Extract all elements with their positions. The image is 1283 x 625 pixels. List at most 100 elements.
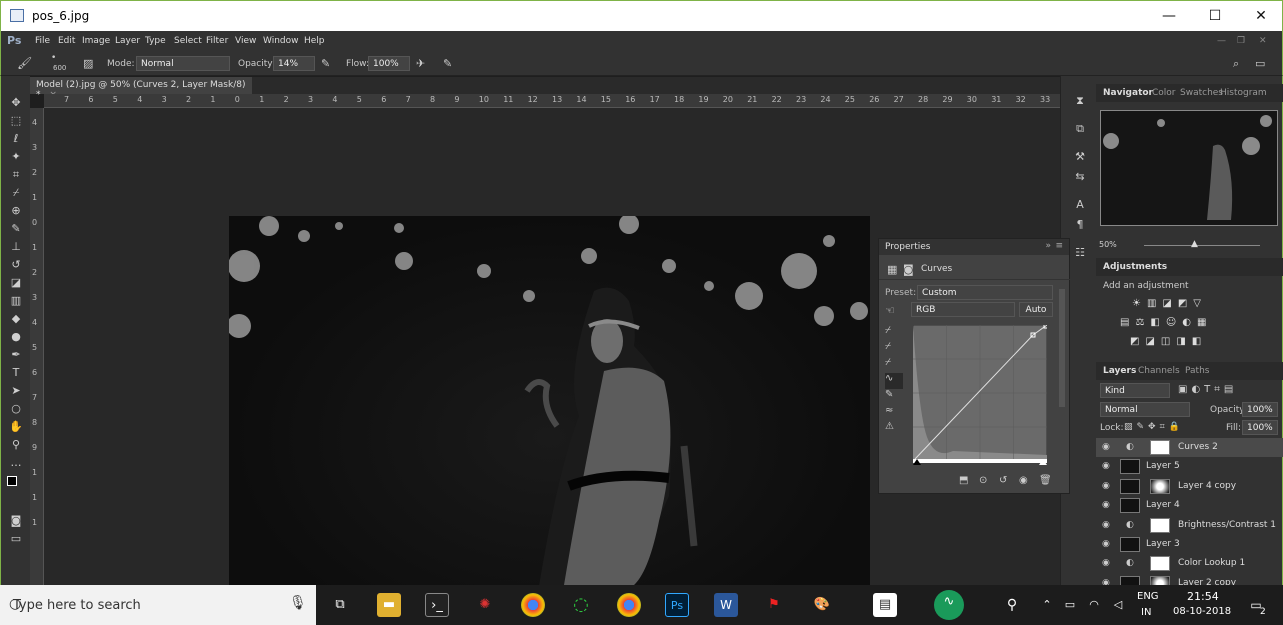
volume-icon[interactable]: ◁ xyxy=(1106,593,1130,617)
blend-mode-select[interactable]: Normal xyxy=(1100,402,1190,417)
channel-select[interactable]: RGB xyxy=(911,302,1015,317)
layer-row[interactable]: ◉ ◐ Color Lookup 1 xyxy=(1096,554,1283,573)
menu-filter[interactable]: Filter xyxy=(206,36,228,46)
preset-select[interactable]: Custom xyxy=(917,285,1053,300)
delete-icon[interactable]: 🗑 xyxy=(1039,475,1052,486)
layer-thumbnail[interactable] xyxy=(1120,478,1140,494)
type-tool-icon[interactable]: T xyxy=(8,366,24,380)
view-previous-icon[interactable]: ⊙ xyxy=(979,475,987,486)
photoshop-taskbar-icon[interactable]: Ps xyxy=(665,593,689,617)
pressure-opacity-icon[interactable]: ✎ xyxy=(321,57,330,70)
lock-icons[interactable]: ▨✎✥⌗🔒 xyxy=(1124,422,1184,432)
layer-visibility-icon[interactable]: ◉ xyxy=(1102,558,1110,568)
file-explorer-icon[interactable]: ▬ xyxy=(377,593,401,617)
wifi-icon[interactable]: ◠ xyxy=(1082,593,1106,617)
tab-color[interactable]: Color xyxy=(1152,88,1176,98)
more-tools-icon[interactable]: … xyxy=(8,456,24,470)
layer-visibility-icon[interactable]: ◉ xyxy=(1102,500,1110,510)
layer-thumbnail[interactable] xyxy=(1120,459,1140,475)
tab-navigator[interactable]: Navigator xyxy=(1103,88,1153,98)
layer-thumbnail[interactable] xyxy=(1120,498,1140,514)
character-panel-icon[interactable]: A xyxy=(1073,198,1087,212)
menu-edit[interactable]: Edit xyxy=(58,36,75,46)
layer-visibility-icon[interactable]: ◉ xyxy=(1102,520,1110,530)
menu-window[interactable]: Window xyxy=(263,36,299,46)
chrome-icon[interactable] xyxy=(521,593,545,617)
tab-layers[interactable]: Layers xyxy=(1103,366,1136,376)
mask-icon[interactable]: ◙ xyxy=(903,263,914,276)
workspace-icon[interactable]: ▭ xyxy=(1255,57,1265,70)
layer-row[interactable]: ◉ ◐ Curves 2 xyxy=(1096,438,1283,457)
zoom-slider-handle[interactable]: ▲ xyxy=(1191,239,1198,249)
maximize-button[interactable]: ☐ xyxy=(1192,5,1238,27)
history-panel-icon[interactable]: ⧗ xyxy=(1073,94,1087,108)
navigator-preview[interactable] xyxy=(1100,110,1278,226)
layer-visibility-icon[interactable]: ◉ xyxy=(1102,481,1110,491)
lasso-tool-icon[interactable]: ℓ xyxy=(8,132,24,146)
layer-mask-thumbnail[interactable] xyxy=(1150,517,1170,533)
layer-visibility-icon[interactable]: ◉ xyxy=(1102,442,1110,452)
clock-time[interactable]: 21:54 xyxy=(1187,590,1219,603)
move-tool-icon[interactable]: ✥ xyxy=(8,96,24,110)
screen-mode-icon[interactable]: ▭ xyxy=(8,532,24,546)
navigator-zoom[interactable]: 50% xyxy=(1099,240,1117,249)
activity-monitor-icon[interactable]: ∿ xyxy=(934,590,964,620)
quick-select-tool-icon[interactable]: ✦ xyxy=(8,150,24,164)
blur-tool-icon[interactable]: ◆ xyxy=(8,312,24,326)
tab-adjustments[interactable]: Adjustments xyxy=(1103,262,1167,272)
menu-view[interactable]: View xyxy=(235,36,256,46)
battery-icon[interactable]: ▭ xyxy=(1058,593,1082,617)
layer-row[interactable]: ◉ Layer 4 xyxy=(1096,496,1283,515)
close-button[interactable]: ✕ xyxy=(1238,5,1283,27)
opacity-field[interactable]: 14% xyxy=(273,56,315,71)
target-adjust-icon[interactable]: ☜ xyxy=(885,304,895,317)
menu-help[interactable]: Help xyxy=(304,36,325,46)
spinner-icon[interactable]: ◌ xyxy=(569,593,593,617)
acrobat-icon[interactable]: ⚑ xyxy=(762,593,786,617)
pencil-icon[interactable]: ✎ xyxy=(885,389,903,405)
reset-icon[interactable]: ↺ xyxy=(999,475,1007,486)
foreground-color-swatch[interactable] xyxy=(7,476,17,486)
menu-type[interactable]: Type xyxy=(145,36,166,46)
layer-row[interactable]: ◉ ◐ Brightness/Contrast 1 xyxy=(1096,516,1283,535)
zoom-slider[interactable] xyxy=(1144,245,1260,246)
layer-mask-thumbnail[interactable] xyxy=(1150,478,1170,494)
layer-row[interactable]: ◉ Layer 5 xyxy=(1096,457,1283,476)
auto-button[interactable]: Auto xyxy=(1019,302,1053,317)
eraser-tool-icon[interactable]: ◪ xyxy=(8,276,24,290)
layer-mask-thumbnail[interactable] xyxy=(1150,440,1170,455)
curves-graph[interactable] xyxy=(913,325,1047,465)
tab-histogram[interactable]: Histogram xyxy=(1220,88,1267,98)
tab-paths[interactable]: Paths xyxy=(1185,366,1209,376)
actions-panel-icon[interactable]: ⧉ xyxy=(1073,122,1087,136)
pressure-size-icon[interactable]: ✎ xyxy=(443,57,452,70)
shape-tool-icon[interactable]: ○ xyxy=(8,402,24,416)
layer-filter-icons[interactable]: ▣◐T⌗▤ xyxy=(1178,384,1237,395)
adjustment-row-3[interactable]: ◩◪◫◨◧ xyxy=(1130,336,1207,347)
paint-icon[interactable]: 🎨 xyxy=(810,593,834,617)
brush-panel-icon[interactable]: ▨ xyxy=(83,57,93,70)
airbrush-icon[interactable]: ✈ xyxy=(416,57,425,70)
brush-preview-icon[interactable]: • xyxy=(51,53,56,63)
healing-tool-icon[interactable]: ⊕ xyxy=(8,204,24,218)
marquee-tool-icon[interactable]: ⬚ xyxy=(8,114,24,128)
white-point-eyedropper-icon[interactable]: ⌿ xyxy=(885,357,903,373)
menu-select[interactable]: Select xyxy=(174,36,202,46)
doc-restore-icon[interactable]: ❐ xyxy=(1237,36,1245,46)
layer-row[interactable]: ◉ Layer 4 copy xyxy=(1096,477,1283,496)
adjustment-row-1[interactable]: ☀▥◪◩▽ xyxy=(1132,298,1207,309)
brush-tool-icon[interactable]: ✎ xyxy=(8,222,24,236)
tray-chevron-icon[interactable]: ⌃ xyxy=(1035,593,1059,617)
properties-scrollbar[interactable] xyxy=(1059,289,1065,407)
layer-row[interactable]: ◉ Layer 3 xyxy=(1096,535,1283,554)
doc-close-icon[interactable]: ✕ xyxy=(1259,36,1267,46)
gray-point-eyedropper-icon[interactable]: ⌿ xyxy=(885,341,903,357)
visibility-icon[interactable]: ◉ xyxy=(1019,475,1028,486)
collapse-icon[interactable]: » xyxy=(1045,241,1051,251)
gradient-tool-icon[interactable]: ▥ xyxy=(8,294,24,308)
curve-edit-icon[interactable]: ∿ xyxy=(885,373,903,389)
crop-tool-icon[interactable]: ⌗ xyxy=(8,168,24,182)
clipping-icon[interactable]: ⚠ xyxy=(885,421,903,437)
panel-menu-icon[interactable]: ≡ xyxy=(1055,241,1063,251)
task-view-icon[interactable]: ⧉ xyxy=(328,593,352,617)
